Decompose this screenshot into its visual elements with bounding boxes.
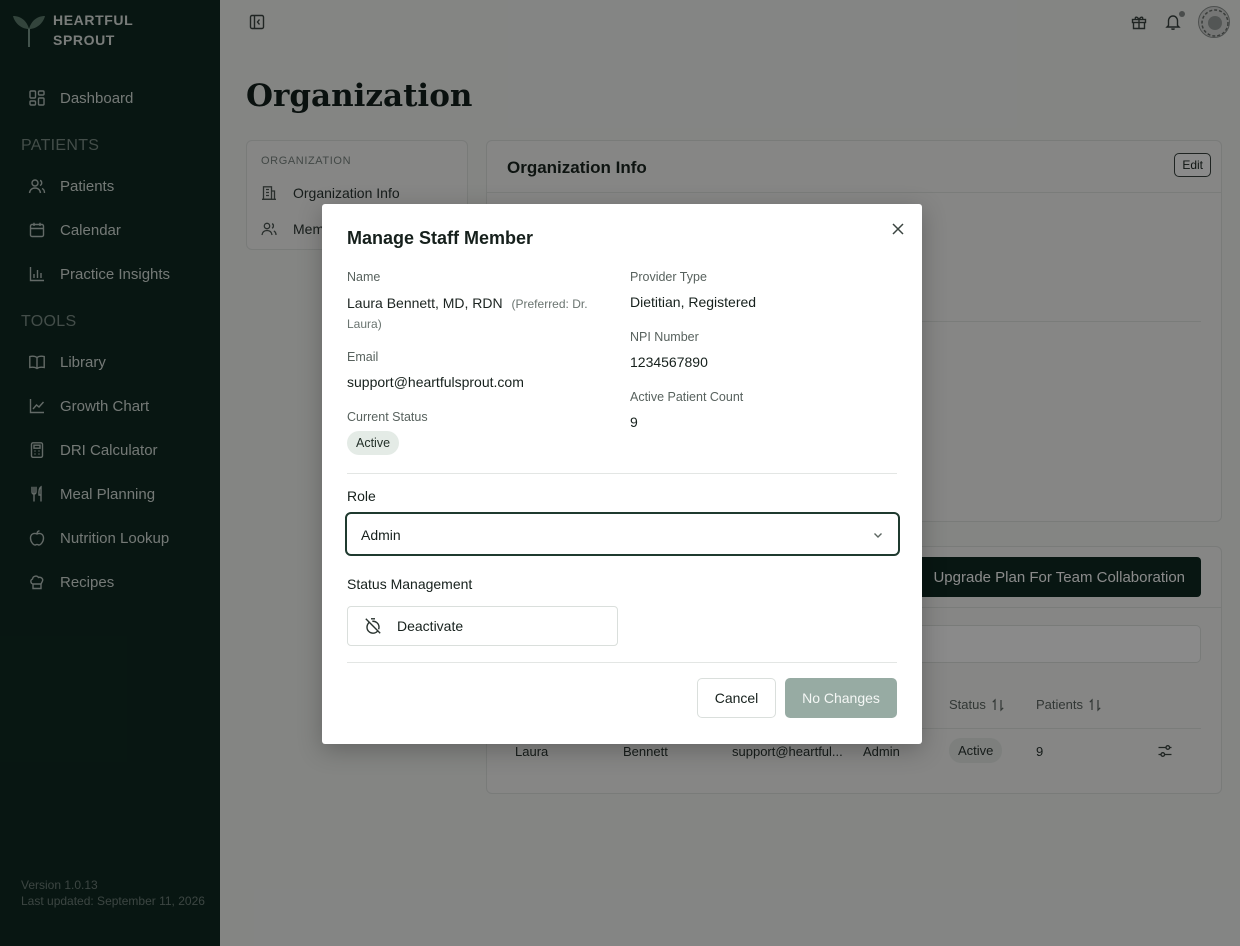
- cancel-button[interactable]: Cancel: [697, 678, 776, 718]
- chevron-down-icon: [874, 533, 882, 538]
- full-name: Laura Bennett, MD, RDN: [347, 295, 503, 311]
- email-value: support@heartfulsprout.com: [347, 374, 524, 390]
- modal-title: Manage Staff Member: [347, 228, 534, 248]
- divider: [347, 662, 897, 663]
- close-icon[interactable]: [891, 222, 905, 236]
- divider: [347, 473, 897, 474]
- role-selected-value: Admin: [361, 527, 401, 543]
- name-label: Name: [347, 270, 381, 284]
- npi-label: NPI Number: [630, 330, 699, 344]
- name-value: Laura Bennett, MD, RDN (Preferred: Dr. L…: [347, 293, 607, 334]
- email-label: Email: [347, 350, 379, 364]
- npi-value: 1234567890: [630, 354, 708, 370]
- manage-staff-modal: Manage Staff Member Name Laura Bennett, …: [322, 204, 922, 744]
- save-changes-button[interactable]: No Changes: [785, 678, 897, 718]
- provider-type-label: Provider Type: [630, 270, 707, 284]
- deactivate-button[interactable]: Deactivate: [347, 606, 618, 646]
- current-status-label: Current Status: [347, 410, 428, 424]
- deactivate-label: Deactivate: [397, 618, 464, 634]
- provider-type-value: Dietitian, Registered: [630, 294, 757, 310]
- status-management-label: Status Management: [347, 576, 473, 592]
- active-patient-count-value: 9: [630, 414, 638, 430]
- role-label: Role: [347, 488, 376, 504]
- role-select[interactable]: Admin: [345, 512, 900, 556]
- active-patient-count-label: Active Patient Count: [630, 390, 744, 404]
- timer-off-icon: [365, 618, 381, 634]
- status-badge: Active: [347, 431, 400, 455]
